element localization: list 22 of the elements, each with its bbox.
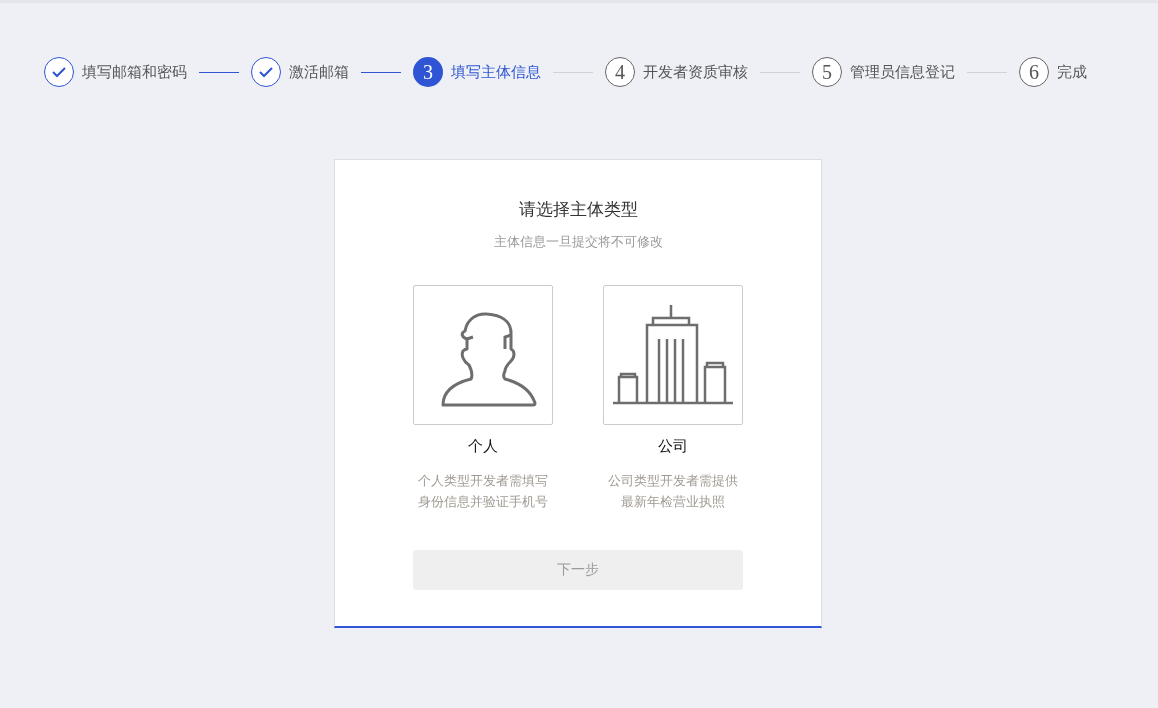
step-indicator: 4: [605, 57, 635, 87]
step-indicator: 5: [812, 57, 842, 87]
option-label: 公司: [658, 437, 688, 456]
step-label: 激活邮箱: [289, 62, 349, 82]
step-label: 填写主体信息: [451, 62, 541, 82]
option-tile[interactable]: [413, 285, 553, 425]
building-icon: [611, 305, 735, 405]
step-label: 填写邮箱和密码: [82, 62, 187, 82]
option-description: 身份信息并验证手机号: [418, 493, 548, 511]
step-label: 开发者资质审核: [643, 62, 748, 82]
step-label: 完成: [1057, 62, 1087, 82]
step-indicator: 3: [413, 57, 443, 87]
option-label: 个人: [468, 437, 498, 456]
checkmark-icon: [258, 66, 274, 78]
checkmark-icon: [51, 66, 67, 78]
card-title: 请选择主体类型: [518, 198, 638, 221]
option-description: 最新年检营业执照: [621, 493, 725, 511]
option-description: 公司类型开发者需提供: [608, 472, 738, 490]
step-indicator: 6: [1019, 57, 1049, 87]
step-label: 管理员信息登记: [850, 62, 955, 82]
option-tile[interactable]: [603, 285, 743, 425]
option-description: 个人类型开发者需填写: [418, 472, 548, 490]
